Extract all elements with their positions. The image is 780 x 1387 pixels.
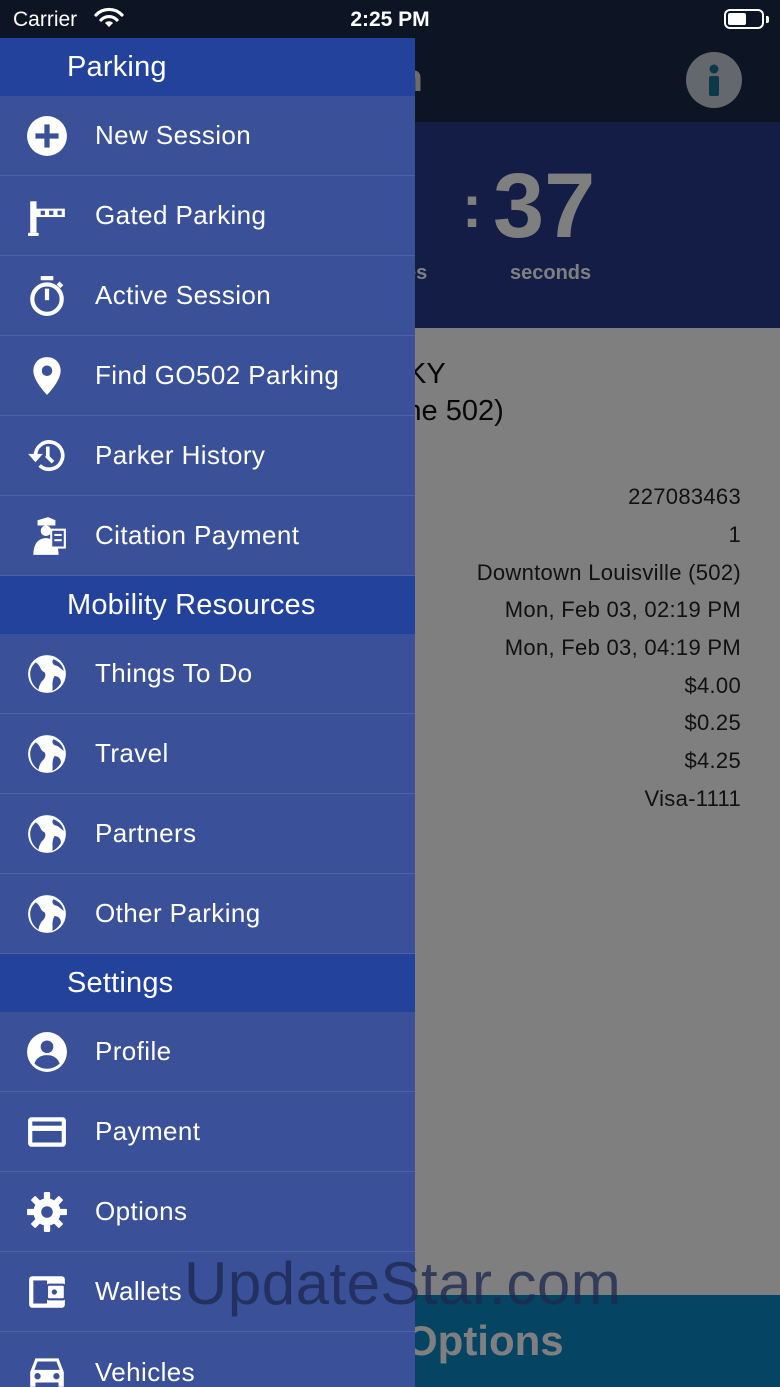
menu-item-label: Partners bbox=[95, 818, 197, 848]
section-header-settings: Settings bbox=[0, 954, 415, 1012]
menu-item-label: Things To Do bbox=[95, 658, 253, 688]
stopwatch-icon bbox=[23, 272, 71, 320]
menu-item-label: Options bbox=[95, 1196, 188, 1226]
menu-item-wallets[interactable]: Wallets bbox=[0, 1252, 415, 1332]
menu-item-label: Gated Parking bbox=[95, 200, 267, 230]
globe-icon bbox=[23, 730, 71, 778]
navigation-drawer: Parking New Session Gated Parking Active… bbox=[0, 38, 415, 1387]
menu-item-profile[interactable]: Profile bbox=[0, 1012, 415, 1092]
menu-item-label: Profile bbox=[95, 1036, 172, 1066]
section-header-parking: Parking bbox=[0, 38, 415, 96]
menu-item-other-parking[interactable]: Other Parking bbox=[0, 874, 415, 954]
menu-item-payment[interactable]: Payment bbox=[0, 1092, 415, 1172]
menu-item-label: Vehicles bbox=[95, 1356, 196, 1387]
gate-barrier-icon bbox=[23, 192, 71, 240]
globe-icon bbox=[23, 650, 71, 698]
menu-item-label: Other Parking bbox=[95, 898, 261, 928]
menu-item-vehicles[interactable]: Vehicles bbox=[0, 1332, 415, 1387]
section-header-mobility-resources: Mobility Resources bbox=[0, 576, 415, 634]
menu-item-label: Wallets bbox=[95, 1276, 183, 1306]
menu-item-citation-payment[interactable]: Citation Payment bbox=[0, 496, 415, 576]
globe-icon bbox=[23, 810, 71, 858]
credit-card-icon bbox=[23, 1108, 71, 1156]
battery-icon bbox=[724, 9, 769, 29]
menu-item-label: Payment bbox=[95, 1116, 201, 1146]
menu-item-label: Parker History bbox=[95, 440, 266, 470]
account-circle-icon bbox=[23, 1028, 71, 1076]
menu-item-label: Travel bbox=[95, 738, 169, 768]
menu-item-label: New Session bbox=[95, 120, 252, 150]
gear-icon bbox=[23, 1188, 71, 1236]
menu-item-label: Active Session bbox=[95, 280, 272, 310]
menu-item-options[interactable]: Options bbox=[0, 1172, 415, 1252]
history-icon bbox=[23, 432, 71, 480]
menu-item-find-go502-parking[interactable]: Find GO502 Parking bbox=[0, 336, 415, 416]
menu-item-new-session[interactable]: New Session bbox=[0, 96, 415, 176]
citation-officer-icon bbox=[23, 512, 71, 560]
menu-item-partners[interactable]: Partners bbox=[0, 794, 415, 874]
car-icon bbox=[23, 1348, 71, 1387]
menu-item-label: Find GO502 Parking bbox=[95, 360, 340, 390]
clock: 2:25 PM bbox=[350, 8, 430, 31]
globe-icon bbox=[23, 890, 71, 938]
menu-item-gated-parking[interactable]: Gated Parking bbox=[0, 176, 415, 256]
menu-item-travel[interactable]: Travel bbox=[0, 714, 415, 794]
menu-item-label: Citation Payment bbox=[95, 520, 300, 550]
menu-item-things-to-do[interactable]: Things To Do bbox=[0, 634, 415, 714]
menu-item-parker-history[interactable]: Parker History bbox=[0, 416, 415, 496]
wallet-icon bbox=[23, 1268, 71, 1316]
menu-item-active-session[interactable]: Active Session bbox=[0, 256, 415, 336]
location-pin-icon bbox=[23, 352, 71, 400]
plus-circle-icon bbox=[23, 112, 71, 160]
status-bar: Carrier 2:25 PM bbox=[0, 0, 780, 40]
